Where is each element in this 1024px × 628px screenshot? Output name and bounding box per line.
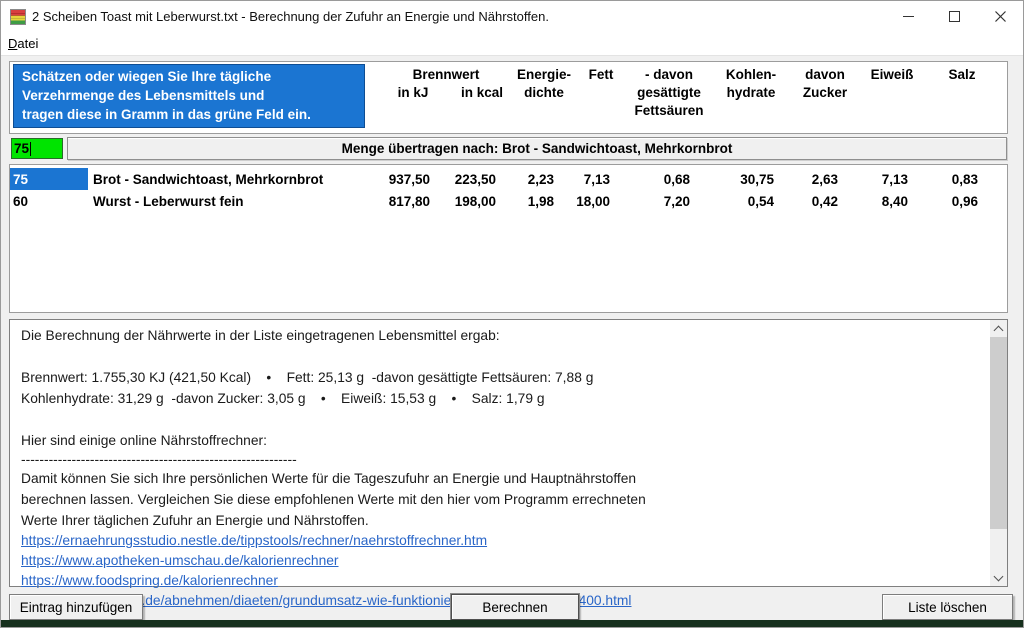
window-title: 2 Scheiben Toast mit Leberwurst.txt - Be… (32, 9, 549, 24)
clear-list-button[interactable]: Liste löschen (882, 594, 1013, 620)
text-caret (30, 142, 31, 156)
value-cell-energiedichte: 1,98 (500, 194, 558, 209)
value-cell-kcal: 223,50 (434, 172, 500, 187)
header-brennwert: Brennwert in kJ in kcal (377, 66, 515, 120)
value-cell-kohlenhydrate: 30,75 (694, 172, 778, 187)
transfer-target-label: Menge übertragen nach: Brot - Sandwichto… (342, 141, 733, 156)
column-headers: Brennwert in kJ in kcal Energie- dichte … (377, 66, 997, 120)
header-eiweiss: Eiweiß (857, 66, 927, 120)
quantity-value: 75 (14, 141, 29, 156)
results-line: Brennwert: 1.755,30 KJ (421,50 Kcal) • F… (21, 367, 983, 388)
header-davon-zucker: davon Zucker (793, 66, 857, 120)
maximize-button[interactable] (931, 1, 977, 32)
menu-bar: Datei (1, 32, 1023, 56)
value-cell-zucker: 0,42 (778, 194, 842, 209)
table-row[interactable]: 75 Brot - Sandwichtoast, Mehrkornbrot 93… (10, 168, 1007, 190)
instruction-line: Verzehrmenge des Lebensmittels und (22, 86, 364, 105)
results-text: Die Berechnung der Nährwerte in der List… (21, 325, 983, 611)
value-cell-fett: 7,13 (558, 172, 614, 187)
header-fett: Fett (573, 66, 629, 120)
value-cell-gesaettigte: 0,68 (614, 172, 694, 187)
instruction-box: Schätzen oder wiegen Sie Ihre tägliche V… (13, 64, 365, 128)
desktop-strip (1, 620, 1023, 627)
results-panel: Die Berechnung der Nährwerte in der List… (9, 319, 1008, 587)
minimize-button[interactable] (885, 1, 931, 32)
close-button[interactable] (977, 1, 1023, 32)
food-table: 75 Brot - Sandwichtoast, Mehrkornbrot 93… (9, 164, 1008, 313)
value-cell-kj: 817,80 (362, 194, 434, 209)
close-icon (995, 11, 1006, 22)
scroll-down-button[interactable] (990, 569, 1007, 586)
link-apotheken-umschau[interactable]: https://www.apotheken-umschau.de/kalorie… (21, 551, 983, 571)
value-cell-zucker: 2,63 (778, 172, 842, 187)
scrollbar[interactable] (990, 320, 1007, 586)
value-cell-salz: 0,96 (912, 194, 982, 209)
results-line: Werte Ihrer täglichen Zufuhr an Energie … (21, 510, 983, 531)
scrollbar-thumb[interactable] (990, 337, 1007, 529)
results-divider: ----------------------------------------… (21, 451, 983, 468)
value-cell-kohlenhydrate: 0,54 (694, 194, 778, 209)
results-line: berechnen lassen. Vergleichen Sie diese … (21, 489, 983, 510)
food-name-cell: Brot - Sandwichtoast, Mehrkornbrot (88, 172, 362, 187)
header-kohlenhydrate: Kohlen- hydrate (709, 66, 793, 120)
header-panel: Schätzen oder wiegen Sie Ihre tägliche V… (9, 61, 1008, 134)
menu-item-datei[interactable]: Datei (1, 36, 45, 51)
chevron-up-icon (994, 325, 1004, 335)
results-line: Kohlenhydrate: 31,29 g -davon Zucker: 3,… (21, 388, 983, 409)
value-cell-eiweiss: 7,13 (842, 172, 912, 187)
link-nestle-naehrstoffrechner[interactable]: https://ernaehrungsstudio.nestle.de/tipp… (21, 531, 983, 551)
chevron-down-icon (994, 571, 1004, 581)
value-cell-fett: 18,00 (558, 194, 614, 209)
header-salz: Salz (927, 66, 997, 120)
title-bar: 2 Scheiben Toast mit Leberwurst.txt - Be… (1, 1, 1023, 32)
results-line (21, 346, 983, 367)
app-icon (10, 9, 26, 25)
qty-cell-selected[interactable]: 75 (10, 168, 88, 190)
calculate-button[interactable]: Berechnen (451, 594, 579, 620)
results-line: Damit können Sie sich Ihre persönlichen … (21, 468, 983, 489)
value-cell-eiweiss: 8,40 (842, 194, 912, 209)
quantity-input[interactable]: 75 (11, 138, 63, 159)
table-row[interactable]: 60 Wurst - Leberwurst fein 817,80 198,00… (10, 190, 1007, 212)
instruction-line: Schätzen oder wiegen Sie Ihre tägliche (22, 67, 364, 86)
transfer-target-bar: Menge übertragen nach: Brot - Sandwichto… (67, 137, 1007, 160)
link-foodspring[interactable]: https://www.foodspring.de/kalorienrechne… (21, 571, 983, 591)
value-cell-kj: 937,50 (362, 172, 434, 187)
header-in-kcal: in kcal (449, 84, 515, 102)
header-energiedichte: Energie- dichte (515, 66, 573, 120)
value-cell-energiedichte: 2,23 (500, 172, 558, 187)
header-in-kj: in kJ (377, 84, 449, 102)
qty-cell[interactable]: 60 (10, 190, 88, 212)
maximize-icon (949, 11, 960, 22)
food-name-cell: Wurst - Leberwurst fein (88, 194, 362, 209)
app-window: 2 Scheiben Toast mit Leberwurst.txt - Be… (0, 0, 1024, 628)
results-line: Die Berechnung der Nährwerte in der List… (21, 325, 983, 346)
results-line: Hier sind einige online Nährstoffrechner… (21, 430, 983, 451)
add-entry-button[interactable]: Eintrag hinzufügen (9, 594, 143, 620)
window-controls (885, 1, 1023, 32)
value-cell-salz: 0,83 (912, 172, 982, 187)
value-cell-gesaettigte: 7,20 (614, 194, 694, 209)
results-line (21, 409, 983, 430)
header-gesaettigte-fettsaeuren: - davon gesättigte Fettsäuren (629, 66, 709, 120)
value-cell-kcal: 198,00 (434, 194, 500, 209)
instruction-line: tragen diese in Gramm in das grüne Feld … (22, 105, 364, 124)
minimize-icon (903, 16, 914, 17)
scroll-up-button[interactable] (990, 320, 1007, 337)
